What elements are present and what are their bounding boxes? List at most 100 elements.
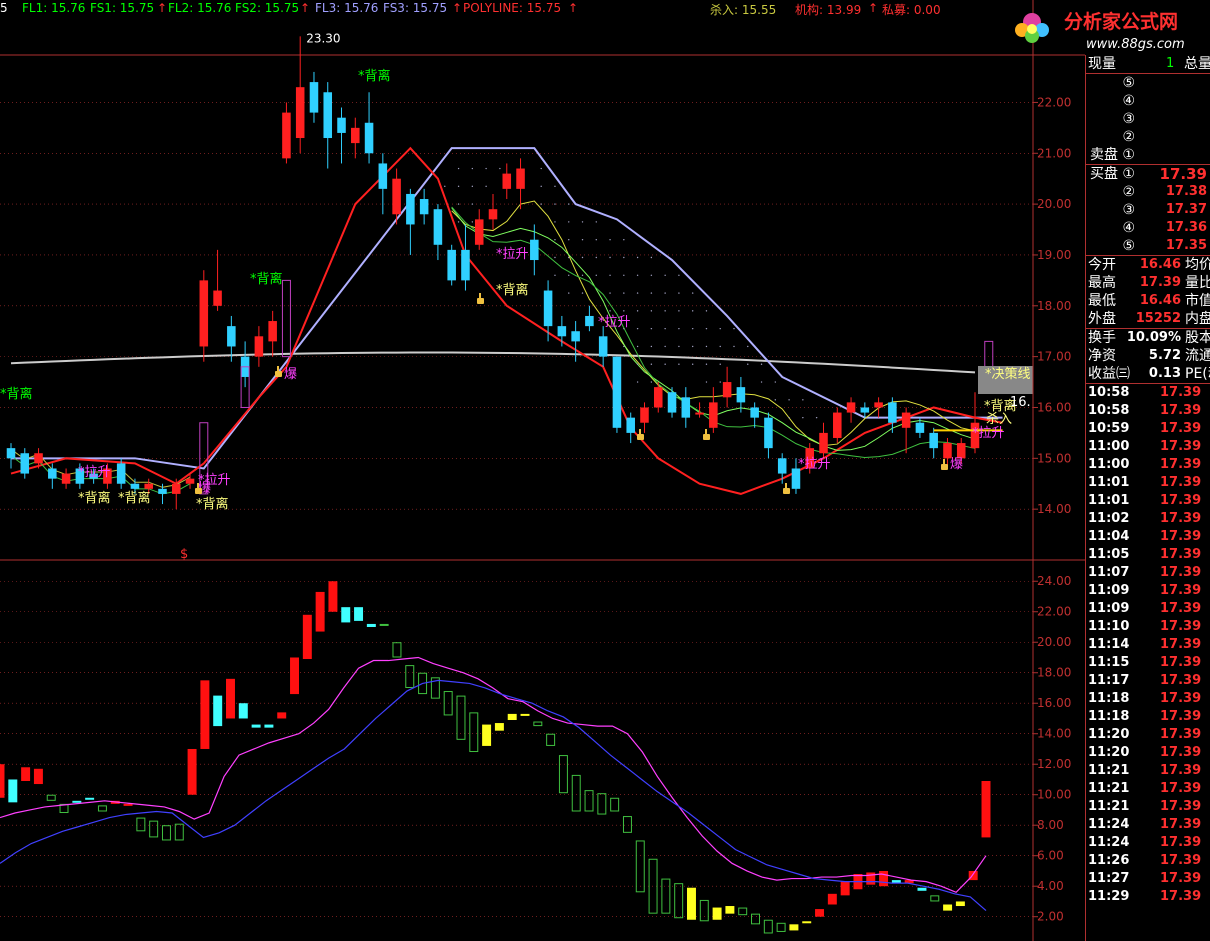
tick-row: 10:58 17.39 <box>1086 402 1210 420</box>
tick-price: 17.39 <box>1160 601 1202 616</box>
indicator-value: FS2: 15.75 <box>235 1 300 15</box>
tick-row: 11:26 17.39 <box>1086 852 1210 870</box>
indicator-bar: 5 FL1: 15.76 FS1: 15.75 ↑ FL2: 15.76 FS2: 15.… <box>0 0 1085 17</box>
stat-label: 最低 <box>1088 293 1116 309</box>
indicator-bar <box>33 768 43 785</box>
indicator-bar <box>827 893 837 905</box>
channel-dot <box>595 221 597 223</box>
chart-area[interactable]: 23.30*背离*拉升*背离 *背离*拉升*背离*背离*背离爆*拉升*背离*拉升*… <box>0 0 1085 941</box>
indicator-series-line <box>0 656 987 894</box>
candle-body <box>736 387 746 403</box>
tick-price: 17.39 <box>1160 655 1202 670</box>
indicator-bar <box>379 623 389 626</box>
channel-dot <box>678 345 680 348</box>
stat-label: 今开 <box>1088 257 1116 273</box>
tick-row: 11:14 17.39 <box>1086 636 1210 654</box>
chart-annotation: *背离 <box>118 490 151 506</box>
candle-body <box>158 488 167 494</box>
price-tick-label: 19.00 <box>1037 248 1071 262</box>
candle-body <box>612 356 622 428</box>
candle-body <box>323 92 333 139</box>
channel-dot <box>581 292 584 294</box>
channel-dot <box>788 416 790 419</box>
candle-body <box>34 453 43 464</box>
indicator-bar <box>712 907 722 920</box>
channel-dot <box>650 381 653 383</box>
channel-dot <box>568 256 570 259</box>
chart-annotation: *拉升 <box>598 315 631 330</box>
indicator-tick-label: 20.00 <box>1037 635 1071 649</box>
tick-price: 17.39 <box>1160 781 1202 796</box>
tick-time: 10:58 <box>1088 403 1130 418</box>
candle-body <box>915 422 925 433</box>
stat-label-2: 内盘 <box>1185 311 1210 327</box>
candle-body <box>681 397 691 418</box>
tick-price: 17.39 <box>1160 439 1202 454</box>
candle-body <box>860 407 870 413</box>
tick-time: 11:00 <box>1088 439 1130 454</box>
channel-dot <box>595 256 597 259</box>
indicator-bar <box>584 790 594 812</box>
candle-body <box>254 336 264 357</box>
hand-pointer-icon <box>941 459 948 470</box>
tick-time: 11:17 <box>1088 673 1130 688</box>
price-tick-label: 20.00 <box>1037 197 1071 211</box>
candle-body <box>626 417 635 433</box>
candle-body <box>695 412 704 415</box>
candle-body <box>929 432 938 449</box>
indicator-bar <box>149 820 159 838</box>
channel-dot <box>568 203 570 205</box>
stat-label: 收益㈢ <box>1088 366 1130 382</box>
logo-title: 分析家公式网 <box>1064 10 1178 33</box>
candle-body <box>846 402 856 413</box>
indicator-value: ↑ <box>300 1 311 15</box>
tick-price: 17.39 <box>1160 889 1202 904</box>
candle-body <box>447 249 456 281</box>
indicator-bar <box>315 591 325 632</box>
price-chart[interactable]: 23.30*背离*拉升*背离 *背离*拉升*背离*背离*背离爆*拉升*背离*拉升*… <box>0 31 1033 562</box>
candle-body <box>874 402 883 408</box>
tick-row: 11:20 17.39 <box>1086 744 1210 762</box>
tick-price: 17.39 <box>1160 727 1202 742</box>
indicator-bar <box>674 883 684 919</box>
tick-time: 10:59 <box>1088 421 1130 436</box>
candle-body <box>199 280 209 347</box>
indicator-bar <box>622 816 632 833</box>
tick-price: 17.39 <box>1160 565 1202 580</box>
indicator-value: FS3: 15.75 <box>383 1 448 15</box>
chart-annotation: *背离 <box>196 496 229 512</box>
tick-time: 11:26 <box>1088 853 1130 868</box>
channel-dot <box>554 203 556 205</box>
channel-dot <box>554 185 556 188</box>
channel-dot <box>719 327 721 330</box>
indicator-bar <box>251 724 261 728</box>
tick-price: 17.39 <box>1160 799 1202 814</box>
candle-body <box>171 483 181 494</box>
indicator-chart[interactable] <box>0 581 991 934</box>
indicator-value: FS1: 15.75 <box>90 1 155 15</box>
logo-flower-icon <box>1015 13 1049 43</box>
stat-value: 16.46 <box>1139 293 1181 308</box>
chart-annotation: 爆 <box>950 457 963 472</box>
buy-level-price: 17.39 <box>1159 165 1207 183</box>
buy-level-label: ② <box>1122 184 1135 200</box>
tick-time: 11:29 <box>1088 889 1130 904</box>
tick-row: 11:00 17.39 <box>1086 456 1210 474</box>
indicator-bar <box>469 712 479 753</box>
tick-price: 17.39 <box>1160 619 1202 634</box>
tick-row: 10:59 17.39 <box>1086 420 1210 438</box>
channel-dot <box>774 399 777 401</box>
candle-body <box>144 483 153 489</box>
channel-dot <box>705 327 708 330</box>
channel-dot <box>499 167 501 170</box>
channel-dot <box>705 310 708 312</box>
indicator-bar <box>930 895 940 902</box>
tick-time: 11:21 <box>1088 763 1130 778</box>
stat-label: 外盘 <box>1088 311 1116 327</box>
channel-dot <box>664 345 666 348</box>
candle-body <box>61 473 71 484</box>
indicator-bar <box>187 748 197 795</box>
stat-label: 净资 <box>1088 348 1116 364</box>
tick-time: 11:18 <box>1088 709 1130 724</box>
channel-dot <box>609 239 611 241</box>
